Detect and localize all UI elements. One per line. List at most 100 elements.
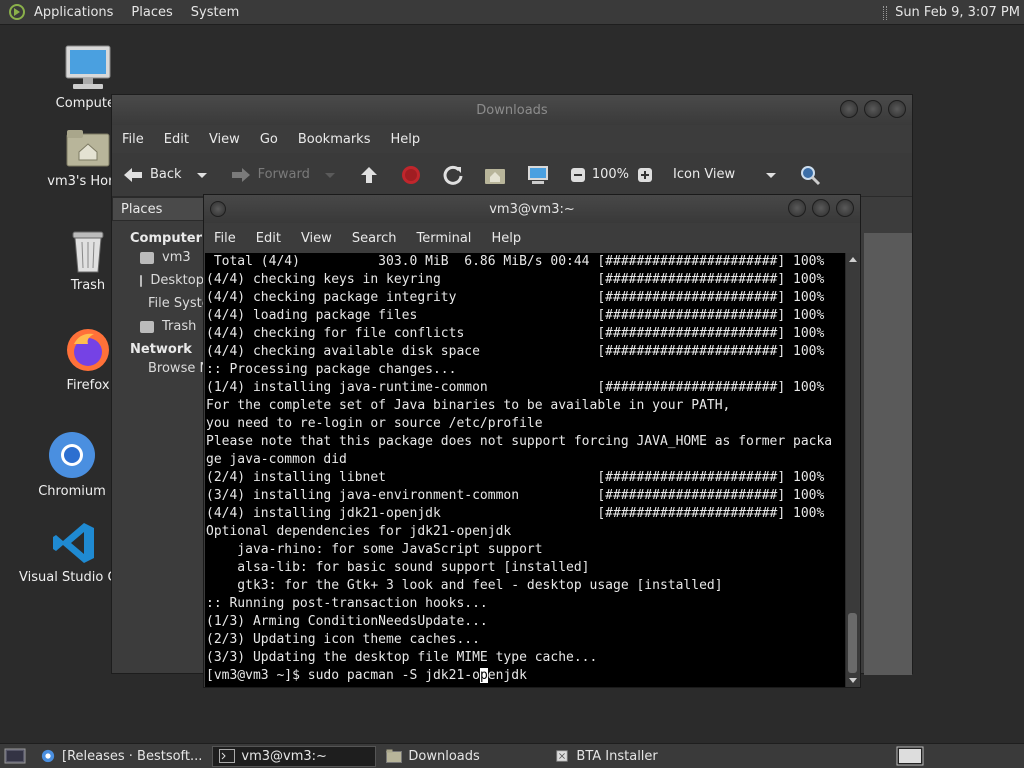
zoom-out-icon[interactable] bbox=[570, 167, 586, 183]
sidebar-item-vm3[interactable]: vm3 bbox=[112, 246, 204, 269]
taskbar-item-downloads[interactable]: Downloads bbox=[380, 746, 544, 767]
menu-terminal[interactable]: Terminal bbox=[416, 231, 471, 246]
maximize-button[interactable] bbox=[812, 199, 830, 217]
stop-icon bbox=[401, 165, 420, 184]
sidebar-item-trash[interactable]: Trash bbox=[112, 315, 204, 338]
menu-help[interactable]: Help bbox=[390, 132, 420, 147]
terminal-titlebar[interactable]: vm3@vm3:~ bbox=[204, 195, 860, 223]
sidebar-item-filesystem[interactable]: File System bbox=[112, 292, 204, 315]
minimize-button[interactable] bbox=[840, 100, 858, 118]
terminal-line: Total (4/4) 303.0 MiB 6.86 MiB/s 00:44 [… bbox=[206, 254, 825, 269]
menu-bookmarks[interactable]: Bookmarks bbox=[298, 132, 371, 147]
menu-view[interactable]: View bbox=[209, 132, 240, 147]
view-mode-select[interactable]: Icon View bbox=[673, 167, 785, 182]
window-title: Downloads bbox=[476, 102, 548, 118]
sidebar-item-label: vm3 bbox=[162, 250, 191, 265]
sidebar-item-desktop[interactable]: Desktop bbox=[112, 269, 204, 292]
menu-file[interactable]: File bbox=[122, 132, 144, 147]
scroll-up-arrow-icon[interactable] bbox=[848, 257, 857, 262]
terminal-window[interactable]: vm3@vm3:~ File Edit View Search Terminal… bbox=[203, 194, 861, 688]
applications-menu[interactable]: Applications bbox=[34, 5, 113, 20]
browser-icon bbox=[41, 749, 55, 763]
back-button[interactable]: Back bbox=[122, 166, 216, 184]
scroll-down-arrow-icon[interactable] bbox=[849, 678, 857, 683]
chevron-down-icon[interactable] bbox=[322, 170, 338, 180]
menu-edit[interactable]: Edit bbox=[256, 231, 281, 246]
terminal-screen[interactable]: Total (4/4) 303.0 MiB 6.86 MiB/s 00:44 [… bbox=[205, 253, 847, 687]
sidebar-section-network: Network bbox=[130, 342, 192, 357]
terminal-line: (1/4) installing java-runtime-common [##… bbox=[206, 380, 825, 395]
back-arrow-icon bbox=[124, 167, 142, 182]
terminal-line: (3/4) installing java-environment-common… bbox=[206, 488, 825, 503]
prompt-text: [vm3@vm3 ~]$ sudo pacman -S jdk21-o bbox=[206, 668, 480, 683]
stop-button[interactable] bbox=[400, 164, 428, 186]
taskbar-item-bta-installer[interactable]: BTA Installer bbox=[548, 746, 712, 767]
forward-arrow-icon bbox=[231, 167, 250, 182]
home-button[interactable] bbox=[484, 165, 512, 185]
home-folder-icon bbox=[140, 251, 154, 264]
terminal-line: java-rhino: for some JavaScript support bbox=[206, 542, 543, 557]
forward-button[interactable]: Forward bbox=[230, 166, 344, 184]
terminal-menubar: File Edit View Search Terminal Help bbox=[204, 223, 860, 253]
window-menu-icon[interactable] bbox=[210, 201, 226, 217]
clock[interactable]: Sun Feb 9, 3:07 PM bbox=[895, 5, 1020, 20]
terminal-line: (3/3) Updating the desktop file MIME typ… bbox=[206, 650, 598, 665]
close-button[interactable] bbox=[836, 199, 854, 217]
desktop-icon bbox=[140, 274, 143, 287]
up-button[interactable] bbox=[358, 165, 386, 185]
home-icon bbox=[484, 168, 505, 184]
terminal-line: gtk3: for the Gtk+ 3 look and feel - des… bbox=[206, 578, 723, 593]
search-button[interactable] bbox=[799, 164, 827, 186]
sidebar-item-label: File System bbox=[148, 296, 204, 311]
minimize-button[interactable] bbox=[788, 199, 806, 217]
up-arrow-icon bbox=[360, 166, 377, 183]
terminal-scrollbar[interactable] bbox=[845, 253, 859, 687]
close-button[interactable] bbox=[888, 100, 906, 118]
terminal-line: (4/4) installing jdk21-openjdk [########… bbox=[206, 506, 825, 521]
vscode-icon bbox=[53, 523, 94, 563]
zoom-in-icon[interactable] bbox=[637, 167, 653, 183]
file-manager-titlebar[interactable]: Downloads bbox=[112, 95, 912, 125]
taskbar-item-label: BTA Installer bbox=[576, 748, 658, 764]
reload-button[interactable] bbox=[442, 164, 470, 186]
taskbar-item-terminal[interactable]: vm3@vm3:~ bbox=[212, 745, 377, 767]
window-title: vm3@vm3:~ bbox=[489, 201, 575, 217]
top-menu: Applications Places System bbox=[0, 0, 257, 24]
system-menu[interactable]: System bbox=[191, 5, 239, 20]
sidebar-header[interactable]: Places bbox=[112, 197, 204, 221]
sidebar-item-label: Desktop bbox=[150, 273, 204, 288]
places-menu[interactable]: Places bbox=[131, 5, 172, 20]
maximize-button[interactable] bbox=[864, 100, 882, 118]
top-panel: Applications Places System Sun Feb 9, 3:… bbox=[0, 0, 1024, 25]
distro-logo-icon[interactable] bbox=[8, 3, 26, 21]
terminal-line: For the complete set of Java binaries to… bbox=[206, 398, 731, 413]
terminal-output: Total (4/4) 303.0 MiB 6.86 MiB/s 00:44 [… bbox=[205, 253, 847, 667]
chevron-down-icon[interactable] bbox=[194, 170, 210, 180]
computer-button[interactable] bbox=[526, 164, 556, 186]
menu-search[interactable]: Search bbox=[352, 231, 397, 246]
taskbar-item-browser[interactable]: [Releases · Bestsoft... bbox=[34, 746, 208, 767]
zoom-control: 100% bbox=[570, 167, 659, 183]
terminal-line: Please note that this package does not s… bbox=[206, 434, 833, 449]
sidebar-item-browse-network[interactable]: Browse Network bbox=[112, 357, 204, 380]
chromium-icon bbox=[49, 432, 95, 478]
menu-file[interactable]: File bbox=[214, 231, 236, 246]
sidebar-item-label: Browse Network bbox=[148, 361, 204, 376]
menu-help[interactable]: Help bbox=[491, 231, 521, 246]
menu-edit[interactable]: Edit bbox=[164, 132, 189, 147]
menu-view[interactable]: View bbox=[301, 231, 332, 246]
bottom-panel: [Releases · Bestsoft... vm3@vm3:~ Downlo… bbox=[0, 743, 1024, 768]
installer-icon bbox=[556, 750, 569, 762]
terminal-icon bbox=[219, 749, 236, 763]
file-manager-content[interactable] bbox=[864, 233, 912, 675]
scrollbar-thumb[interactable] bbox=[848, 613, 857, 673]
taskbar-item-label: [Releases · Bestsoft... bbox=[62, 748, 203, 764]
workspace-switcher-icon[interactable] bbox=[896, 746, 924, 766]
taskbar-item-label: Downloads bbox=[408, 748, 480, 764]
menu-go[interactable]: Go bbox=[260, 132, 278, 147]
folder-icon bbox=[386, 749, 403, 763]
show-desktop-icon[interactable] bbox=[4, 747, 26, 765]
terminal-line: (4/4) checking keys in keyring [########… bbox=[206, 272, 825, 287]
computer-icon bbox=[65, 45, 111, 89]
terminal-prompt-line[interactable]: [vm3@vm3 ~]$ sudo pacman -S jdk21-openjd… bbox=[205, 667, 847, 685]
